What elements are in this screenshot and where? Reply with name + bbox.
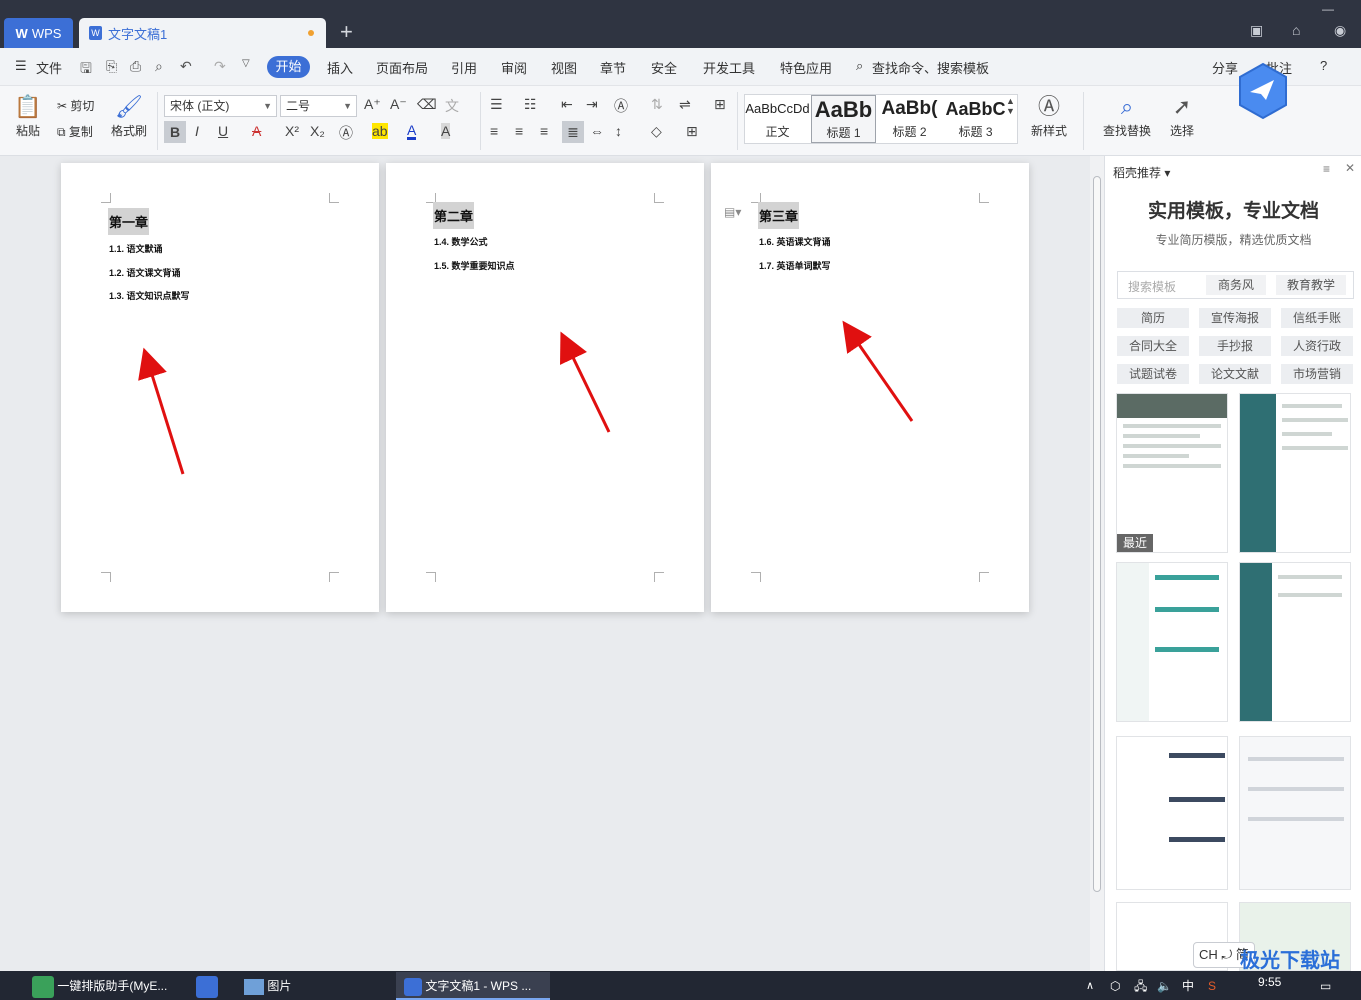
taskbar-app-photos[interactable]: 图片 (244, 972, 291, 1000)
window-layout-icon[interactable]: ▣ (1250, 22, 1263, 39)
template-thumbnail[interactable] (1116, 562, 1228, 722)
panel-menu-icon[interactable]: ≡ (1323, 162, 1330, 176)
taskbar-app-label: 文字文稿1 - WPS ... (425, 979, 532, 993)
tray-security-icon[interactable]: ⬡ (1110, 972, 1120, 1000)
help-button[interactable]: ? (1320, 58, 1327, 73)
find-replace-button[interactable]: ⌕ 查找替换 (1098, 92, 1156, 139)
template-thumbnail[interactable]: 最近 (1116, 393, 1228, 553)
panel-header-label: 稻壳推荐 (1113, 166, 1162, 180)
template-thumbnail[interactable] (1239, 562, 1351, 722)
taskbar-app-label: 一键排版助手(MyE... (57, 979, 168, 993)
taskbar-app-label: 图片 (267, 979, 292, 993)
wps-assistant-bird-icon[interactable] (1236, 62, 1290, 120)
avatar[interactable]: ◉ (1334, 22, 1346, 39)
app-logo-icon (32, 975, 54, 998)
panel-subtitle: 专业简历模版，精选优质文档 (1155, 233, 1312, 247)
notification-icon[interactable]: ▭ (1320, 972, 1331, 1000)
red-arrow (560, 331, 611, 433)
sogou-ime-icon[interactable]: S (1208, 972, 1216, 1000)
magnifier-icon: ⌕ (1120, 94, 1134, 119)
red-arrow (138, 347, 185, 475)
find-replace-label: 查找替换 (1102, 124, 1151, 138)
annotation-arrows (138, 320, 914, 475)
cursor-icon: ➚ (1172, 94, 1192, 119)
watermark-text: 极光下载站 (1240, 950, 1340, 972)
panel-title: 实用模板，专业文档 (1147, 201, 1319, 222)
network-icon[interactable]: 🖧 (1134, 972, 1147, 1000)
panel-header[interactable]: 稻壳推荐 ▾ (1113, 164, 1170, 181)
tray-expand-icon[interactable]: ∧ (1086, 972, 1094, 1000)
skin-icon[interactable]: ⌂ (1292, 22, 1300, 38)
template-thumbnail[interactable] (1239, 393, 1351, 553)
quick-tag-education[interactable]: 教育教学 (1276, 275, 1346, 295)
template-side-panel: 稻壳推荐 ▾ ≡ ✕ 实用模板，专业文档 专业简历模版，精选优质文档 搜索模板 … (1104, 156, 1361, 971)
watermark-logo: 极光下载站 (1240, 944, 1340, 973)
tag-papers-literature[interactable]: 论文文献 (1199, 364, 1271, 384)
taskbar-app-bird[interactable] (196, 972, 218, 1000)
bird-icon (196, 975, 218, 998)
input-language[interactable]: 中 (1182, 972, 1194, 1000)
tag-poster[interactable]: 宣传海报 (1199, 308, 1271, 328)
tag-letter-paper[interactable]: 信纸手账 (1281, 308, 1353, 328)
taskbar-app-wps[interactable]: 文字文稿1 - WPS ... (396, 972, 550, 1000)
close-icon[interactable]: ✕ (1345, 161, 1355, 175)
wps-writer-icon (404, 977, 422, 996)
tag-hr-admin[interactable]: 人资行政 (1281, 336, 1353, 356)
red-arrow (842, 320, 914, 422)
tag-handwritten-paper[interactable]: 手抄报 (1199, 336, 1271, 356)
template-search-input[interactable]: 搜索模板 (1128, 278, 1176, 295)
volume-icon[interactable]: 🔈 (1157, 972, 1172, 1000)
select-button[interactable]: ➚ 选择 (1164, 92, 1200, 139)
template-thumbnail[interactable] (1116, 736, 1228, 890)
tag-exam-papers[interactable]: 试题试卷 (1117, 364, 1189, 384)
tag-resume[interactable]: 简历 (1117, 308, 1189, 328)
photos-icon (244, 978, 264, 995)
taskbar-app-myeditor[interactable]: 一键排版助手(MyE... (32, 972, 167, 1000)
quick-tag-business[interactable]: 商务风 (1206, 275, 1266, 295)
select-label: 选择 (1169, 124, 1194, 138)
tag-contracts[interactable]: 合同大全 (1117, 336, 1189, 356)
minimize-icon[interactable]: — (1322, 2, 1334, 16)
clock-time[interactable]: 9:55 (1258, 972, 1281, 1000)
tag-marketing[interactable]: 市场营销 (1281, 364, 1353, 384)
template-thumbnail[interactable] (1239, 736, 1351, 890)
recent-badge: 最近 (1117, 534, 1153, 552)
template-search-box[interactable]: 搜索模板 商务风 教育教学 (1117, 271, 1354, 299)
scrollbar-thumb[interactable] (1093, 176, 1101, 892)
share-button[interactable]: 分享 (1212, 58, 1238, 77)
